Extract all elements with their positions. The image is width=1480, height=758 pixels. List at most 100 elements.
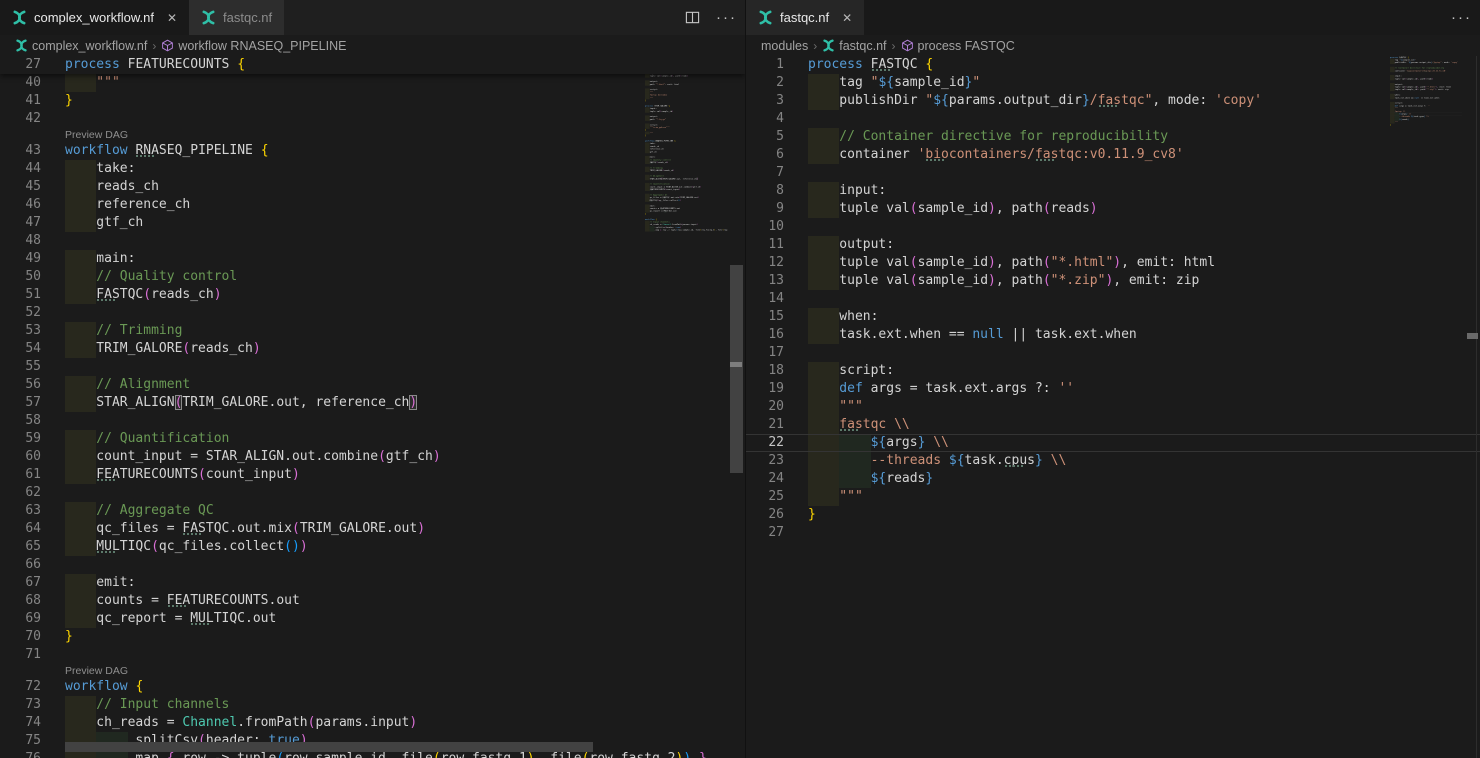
code-line[interactable]: 1process FASTQC {	[746, 56, 1480, 74]
line-number[interactable]: 40	[0, 74, 65, 92]
line-number[interactable]: 76	[0, 750, 65, 758]
more-actions-icon[interactable]: ···	[1443, 0, 1480, 35]
close-icon[interactable]: ✕	[842, 11, 852, 25]
line-number[interactable]: 62	[0, 484, 65, 502]
code-line[interactable]: 43workflow RNASEQ_PIPELINE {	[0, 142, 745, 160]
breadcrumb-folder[interactable]: modules	[761, 39, 808, 53]
code-line[interactable]: 45 reads_ch	[0, 178, 745, 196]
code-line[interactable]: 27	[746, 524, 1480, 542]
line-number[interactable]: 67	[0, 574, 65, 592]
code-line[interactable]: 56 // Alignment	[0, 376, 745, 394]
line-number[interactable]: 26	[746, 506, 808, 524]
tab-fastqc-right[interactable]: fastqc.nf ✕	[746, 0, 864, 35]
minimap-right[interactable]: process FASTQC { tag "${sample_id}" publ…	[1390, 56, 1462, 758]
code-line[interactable]: 40 """	[0, 74, 745, 92]
line-number[interactable]: 59	[0, 430, 65, 448]
line-number[interactable]: 53	[0, 322, 65, 340]
code-line[interactable]: 13 tuple val(sample_id), path("*.zip"), …	[746, 272, 1480, 290]
code-line[interactable]: 25 """	[746, 488, 1480, 506]
line-number[interactable]: 49	[0, 250, 65, 268]
code-line[interactable]: 59 // Quantification	[0, 430, 745, 448]
line-number[interactable]: 20	[746, 398, 808, 416]
line-number[interactable]: 5	[746, 128, 808, 146]
line-number[interactable]: 46	[0, 196, 65, 214]
code-line[interactable]: 71	[0, 646, 745, 664]
line-number[interactable]: 48	[0, 232, 65, 250]
line-number[interactable]: 74	[0, 714, 65, 732]
code-line[interactable]: 62	[0, 484, 745, 502]
code-line[interactable]: 8 input:	[746, 182, 1480, 200]
code-line[interactable]: 12 tuple val(sample_id), path("*.html"),…	[746, 254, 1480, 272]
line-number[interactable]: 58	[0, 412, 65, 430]
code-line[interactable]: 11 output:	[746, 236, 1480, 254]
line-number[interactable]: 19	[746, 380, 808, 398]
scrollbar-thumb[interactable]	[730, 265, 743, 473]
line-number[interactable]: 3	[746, 92, 808, 110]
code-line[interactable]: 52	[0, 304, 745, 322]
code-line[interactable]: 73 // Input channels	[0, 696, 745, 714]
code-line[interactable]: 20 """	[746, 398, 1480, 416]
line-number[interactable]: 50	[0, 268, 65, 286]
line-number[interactable]: 27	[746, 524, 808, 542]
code-line[interactable]: 6 container 'biocontainers/fastqc:v0.11.…	[746, 146, 1480, 164]
code-line[interactable]: 64 qc_files = FASTQC.out.mix(TRIM_GALORE…	[0, 520, 745, 538]
breadcrumb-file[interactable]: fastqc.nf	[822, 39, 886, 53]
line-number[interactable]: 13	[746, 272, 808, 290]
code-line[interactable]: 51 FASTQC(reads_ch)	[0, 286, 745, 304]
more-actions-icon[interactable]: ···	[708, 0, 745, 35]
line-number[interactable]: 14	[746, 290, 808, 308]
line-number[interactable]: 4	[746, 110, 808, 128]
code-line[interactable]: 24 ${reads}	[746, 470, 1480, 488]
minimap-left[interactable]: // Complex RNA-seq workflowparams.input …	[645, 56, 728, 758]
code-line[interactable]: 49 main:	[0, 250, 745, 268]
line-number[interactable]: 10	[746, 218, 808, 236]
code-line[interactable]: 61 FEATURECOUNTS(count_input)	[0, 466, 745, 484]
code-line[interactable]: 70}	[0, 628, 745, 646]
line-number[interactable]: 45	[0, 178, 65, 196]
close-icon[interactable]: ✕	[167, 11, 177, 25]
code-line[interactable]: 3 publishDir "${params.output_dir}/fastq…	[746, 92, 1480, 110]
line-number[interactable]: 69	[0, 610, 65, 628]
tab-complex-workflow[interactable]: complex_workflow.nf ✕	[0, 0, 189, 35]
line-number[interactable]: 2	[746, 74, 808, 92]
horizontal-scrollbar[interactable]	[65, 742, 593, 752]
code-line[interactable]: 57 STAR_ALIGN(TRIM_GALORE.out, reference…	[0, 394, 745, 412]
line-number[interactable]: 22	[746, 435, 808, 451]
line-number[interactable]: 27	[0, 56, 65, 74]
code-line[interactable]: 17	[746, 344, 1480, 362]
breadcrumb-symbol[interactable]: workflow RNASEQ_PIPELINE	[161, 39, 346, 53]
code-line[interactable]: 63 // Aggregate QC	[0, 502, 745, 520]
code-line[interactable]: 26}	[746, 506, 1480, 524]
split-editor-icon[interactable]	[677, 0, 708, 35]
codelens-preview-dag[interactable]: Preview DAG	[0, 664, 745, 678]
code-line[interactable]: 53 // Trimming	[0, 322, 745, 340]
line-number[interactable]: 64	[0, 520, 65, 538]
code-line[interactable]: 5 // Container directive for reproducibi…	[746, 128, 1480, 146]
line-number[interactable]: 71	[0, 646, 65, 664]
code-line[interactable]: 68 counts = FEATURECOUNTS.out	[0, 592, 745, 610]
line-number[interactable]: 60	[0, 448, 65, 466]
line-number[interactable]: 42	[0, 110, 65, 128]
code-editor-right[interactable]: 1process FASTQC {2 tag "${sample_id}"3 p…	[746, 56, 1480, 758]
code-line[interactable]: 41}	[0, 92, 745, 110]
line-number[interactable]: 43	[0, 142, 65, 160]
code-line[interactable]: 54 TRIM_GALORE(reads_ch)	[0, 340, 745, 358]
line-number[interactable]: 12	[746, 254, 808, 272]
tab-fastqc-left[interactable]: fastqc.nf	[189, 0, 284, 35]
vertical-scrollbar[interactable]	[728, 56, 745, 758]
line-number[interactable]: 25	[746, 488, 808, 506]
code-line[interactable]: 46 reference_ch	[0, 196, 745, 214]
code-line[interactable]: 44 take:	[0, 160, 745, 178]
line-number[interactable]: 68	[0, 592, 65, 610]
code-line[interactable]: 27process FEATURECOUNTS {	[0, 56, 745, 74]
code-line[interactable]: 48	[0, 232, 745, 250]
line-number[interactable]: 55	[0, 358, 65, 376]
line-number[interactable]: 72	[0, 678, 65, 696]
line-number[interactable]: 6	[746, 146, 808, 164]
code-line[interactable]: 74 ch_reads = Channel.fromPath(params.in…	[0, 714, 745, 732]
line-number[interactable]: 66	[0, 556, 65, 574]
line-number[interactable]: 47	[0, 214, 65, 232]
line-number[interactable]: 9	[746, 200, 808, 218]
code-line[interactable]: 14	[746, 290, 1480, 308]
codelens-preview-dag[interactable]: Preview DAG	[0, 128, 745, 142]
